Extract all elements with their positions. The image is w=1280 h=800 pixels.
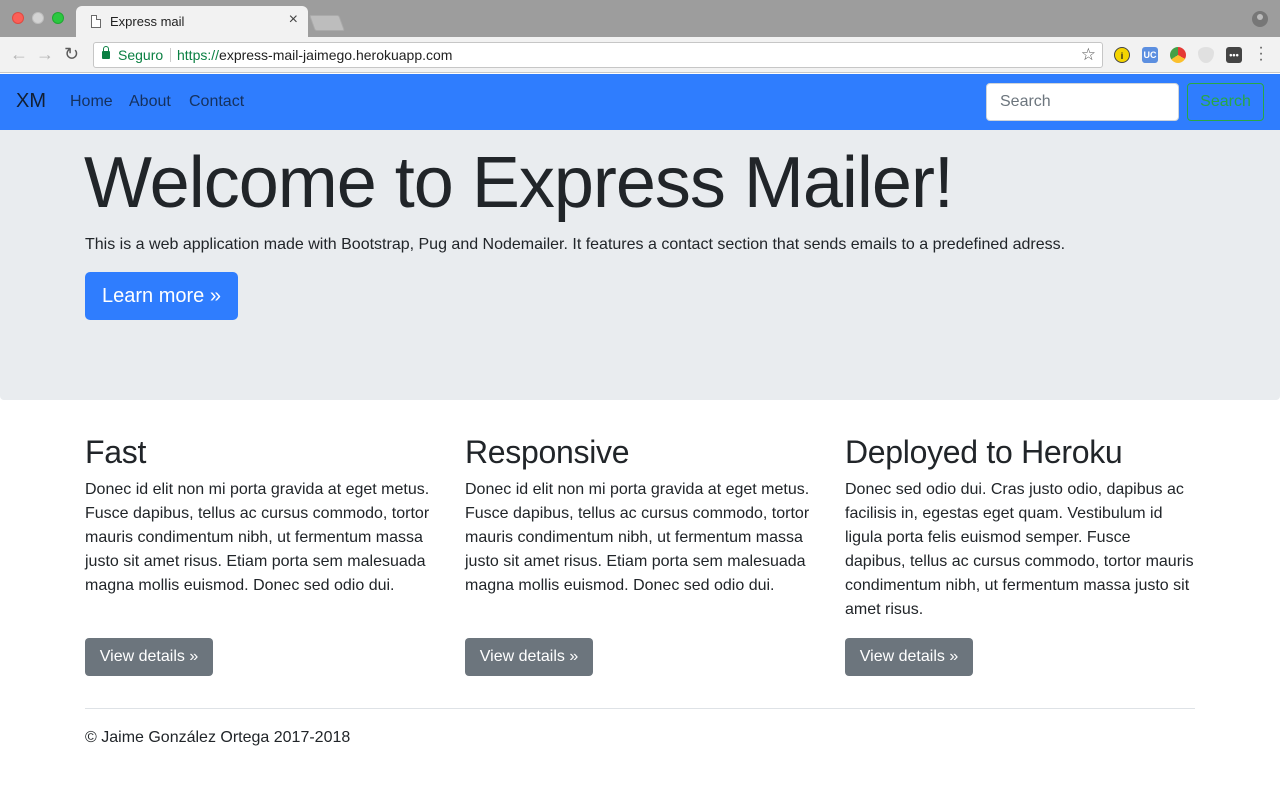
hero-title: Welcome to Express Mailer! — [84, 143, 954, 223]
feature-text: Donec id elit non mi porta gravida at eg… — [85, 481, 430, 594]
feature-column-heroku: Deployed to Heroku Donec sed odio dui. C… — [845, 434, 1195, 676]
profile-icon[interactable] — [1252, 11, 1268, 27]
bookmark-star-icon[interactable]: ☆ — [1081, 45, 1096, 65]
feature-column-responsive: Responsive Donec id elit non mi porta gr… — [465, 434, 815, 676]
feature-title: Fast — [85, 434, 147, 470]
footer-copyright: © Jaime González Ortega 2017-2018 — [85, 729, 351, 746]
browser-menu-icon[interactable]: · · · — [1258, 40, 1264, 68]
view-details-button[interactable]: View details » — [465, 638, 593, 676]
secure-label: Seguro — [118, 47, 164, 63]
dots-extension-icon[interactable]: ••• — [1226, 47, 1242, 63]
color-extension-icon[interactable] — [1170, 47, 1186, 63]
url-host: express-mail-jaimego.herokuapp.com — [219, 47, 453, 63]
view-details-button[interactable]: View details » — [845, 638, 973, 676]
forward-arrow-icon[interactable]: → — [36, 44, 54, 64]
close-window-button[interactable] — [12, 12, 24, 24]
view-details-button[interactable]: View details » — [85, 638, 213, 676]
lock-icon — [102, 46, 110, 59]
nav-link-about[interactable]: About — [129, 93, 171, 111]
site-navbar: XM Home About Contact Search — [0, 74, 1280, 130]
feature-text: Donec id elit non mi porta gravida at eg… — [465, 481, 810, 594]
new-tab-button[interactable] — [309, 15, 345, 31]
feature-title: Deployed to Heroku — [845, 434, 1123, 470]
feature-title: Responsive — [465, 434, 630, 470]
feature-text: Donec sed odio dui. Cras justo odio, dap… — [845, 481, 1194, 618]
hero-description: This is a web application made with Boot… — [85, 236, 1066, 253]
address-separator — [170, 48, 171, 62]
close-tab-icon[interactable]: × — [289, 12, 298, 28]
learn-more-button[interactable]: Learn more » — [85, 272, 238, 320]
maximize-window-button[interactable] — [52, 12, 64, 24]
footer-divider — [85, 708, 1195, 709]
jumbotron: Welcome to Express Mailer! This is a web… — [0, 130, 1280, 400]
document-icon — [91, 15, 101, 28]
search-input[interactable] — [986, 83, 1179, 121]
search-button[interactable]: Search — [1187, 83, 1264, 121]
nav-link-home[interactable]: Home — [70, 93, 113, 111]
browser-tab[interactable]: Express mail × — [76, 6, 308, 37]
browser-toolbar: ← → ↻ Seguro https://express-mail-jaimeg… — [0, 37, 1280, 73]
url-text[interactable]: https://express-mail-jaimego.herokuapp.c… — [177, 47, 452, 63]
nav-link-contact[interactable]: Contact — [189, 93, 244, 111]
url-scheme: https:// — [177, 47, 220, 63]
reload-icon[interactable]: ↻ — [64, 44, 79, 64]
back-arrow-icon[interactable]: ← — [10, 44, 28, 64]
browser-tab-strip: Express mail × — [0, 0, 1280, 37]
brand-logo[interactable]: XM — [16, 90, 46, 113]
shield-extension-icon[interactable] — [1198, 47, 1214, 63]
tab-title: Express mail — [110, 14, 185, 29]
uc-extension-icon[interactable]: UC — [1142, 47, 1158, 63]
address-bar[interactable]: Seguro https://express-mail-jaimego.hero… — [93, 42, 1103, 68]
feature-column-fast: Fast Donec id elit non mi porta gravida … — [85, 434, 435, 676]
minimize-window-button[interactable] — [32, 12, 44, 24]
info-extension-icon[interactable]: i — [1114, 47, 1130, 63]
